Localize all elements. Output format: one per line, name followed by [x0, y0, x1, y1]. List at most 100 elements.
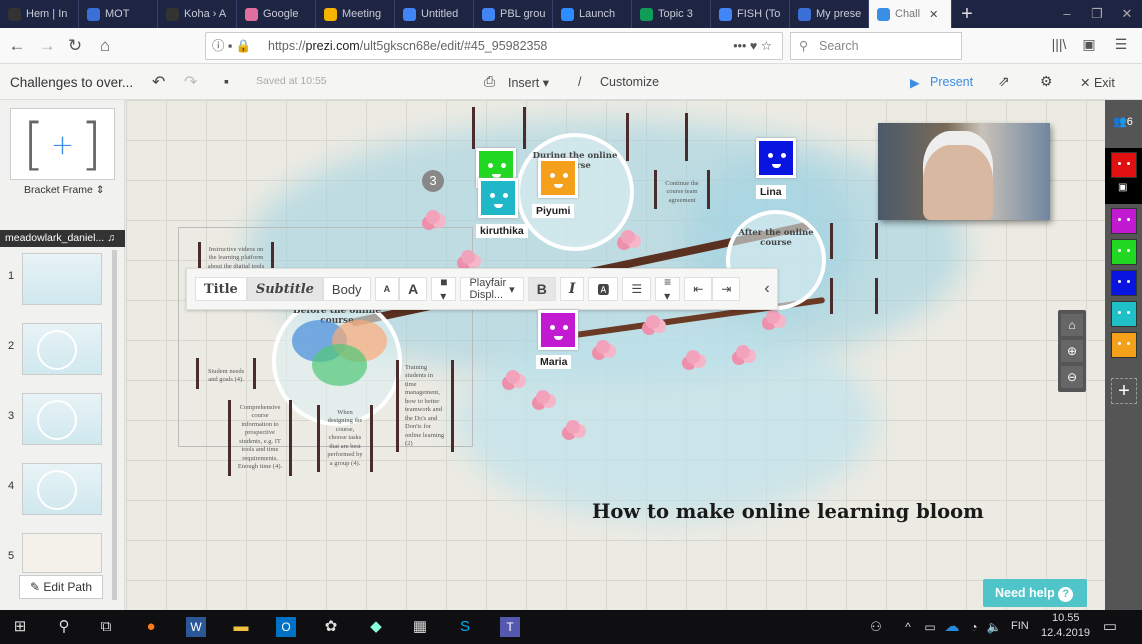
skype-icon[interactable]: S — [455, 617, 475, 637]
increase-font-icon[interactable]: A — [399, 277, 428, 301]
highlight-icon[interactable]: 🅰 — [588, 277, 619, 301]
firefox-icon[interactable]: ● — [141, 617, 161, 637]
scrollbar[interactable] — [112, 250, 117, 600]
slide-thumbnail[interactable] — [22, 533, 102, 573]
language-indicator[interactable]: FIN — [1011, 620, 1029, 632]
collaborator-avatar[interactable] — [756, 138, 796, 178]
add-collaborator-button[interactable]: + — [1111, 378, 1137, 404]
main-title[interactable]: How to make online learning bloom — [592, 500, 984, 523]
browser-tab[interactable]: Chall ✕ — [869, 0, 952, 28]
forward-icon[interactable]: → — [36, 36, 58, 56]
present-button[interactable]: Present — [930, 75, 973, 89]
presentation-title[interactable]: Challenges to over... — [10, 75, 133, 90]
clock-time[interactable]: 10.55 — [1052, 612, 1080, 624]
collaborator-avatar[interactable] — [1111, 332, 1137, 358]
need-help-button[interactable]: Need help ? — [983, 579, 1087, 607]
align-icon[interactable]: ≡ ▾ — [655, 275, 681, 303]
browser-tab[interactable]: Untitled — [395, 0, 474, 28]
onedrive-icon[interactable]: ☁ — [942, 617, 962, 637]
settings-icon[interactable]: ⚙ — [1040, 73, 1053, 90]
note[interactable]: Continue the course team agreement — [654, 170, 710, 210]
search-input[interactable]: ⚲ Search — [790, 32, 962, 60]
volume-icon[interactable]: 🔈 — [984, 617, 1004, 637]
note[interactable] — [830, 278, 878, 314]
participants-count[interactable]: 👥6 — [1113, 115, 1133, 128]
file-explorer-icon[interactable]: ▬ — [231, 617, 251, 637]
font-select[interactable]: Playfair Displ... ▾ — [460, 277, 524, 301]
style-body-button[interactable]: Body — [322, 277, 371, 301]
insert-menu[interactable]: Insert ▾ — [508, 75, 549, 90]
site-info-icon[interactable]: ⓘ ▪ 🔒 — [212, 33, 251, 59]
slide-thumbnail[interactable] — [22, 463, 102, 515]
collaborator-avatar[interactable] — [538, 310, 578, 350]
collaborator-avatar[interactable] — [538, 158, 578, 198]
zoom-in-icon[interactable]: ⊕ — [1061, 340, 1083, 362]
maximize-icon[interactable]: ❐ — [1082, 0, 1112, 28]
teams-icon[interactable]: T — [500, 617, 520, 637]
indent-icon[interactable]: ⇥ — [712, 277, 741, 301]
step-badge[interactable]: 3 — [422, 170, 444, 192]
close-tab-icon[interactable]: ✕ — [929, 8, 938, 21]
battery-icon[interactable]: ▭ — [920, 617, 940, 637]
bullet-list-icon[interactable]: ☰ — [622, 277, 652, 301]
decrease-font-icon[interactable]: A — [374, 277, 400, 301]
notifications-icon[interactable]: ▭ — [1100, 617, 1120, 637]
browser-tab[interactable]: Meeting — [316, 0, 395, 28]
italic-button[interactable]: I — [559, 277, 585, 301]
zoom-out-icon[interactable]: ⊖ — [1061, 366, 1083, 388]
reload-icon[interactable]: ↻ — [64, 36, 86, 56]
share-icon[interactable]: ⇗ — [998, 73, 1010, 90]
sidebar-toggle-icon[interactable]: ▣ — [1078, 36, 1100, 53]
collapse-toolbar-icon[interactable]: ‹ — [756, 277, 777, 301]
note[interactable]: Comprehensive course information to pros… — [228, 400, 292, 476]
home-icon[interactable]: ⌂ — [94, 36, 116, 56]
notes-app-icon[interactable]: ◆ — [366, 617, 386, 637]
minimize-icon[interactable]: – — [1052, 0, 1082, 28]
paint-icon[interactable]: ✿ — [321, 617, 341, 637]
windows-start-icon[interactable]: ⊞ — [10, 617, 30, 637]
new-tab-button[interactable]: + — [952, 0, 982, 28]
collaborator-avatar[interactable] — [1111, 270, 1137, 296]
collaborator-avatar[interactable] — [478, 178, 518, 218]
frame-type-select[interactable]: Bracket Frame ⇕ — [24, 184, 105, 196]
browser-tab[interactable]: Koha › A — [158, 0, 237, 28]
calculator-icon[interactable]: ▦ — [410, 617, 430, 637]
url-bar[interactable]: ⓘ ▪ 🔒 https://prezi.com/ult5gkscn68e/edi… — [205, 32, 783, 60]
page-actions-icon[interactable]: ••• ♥ ☆ — [733, 33, 772, 59]
note[interactable] — [472, 107, 526, 149]
customize-button[interactable]: Customize — [600, 75, 659, 89]
word-icon[interactable]: W — [186, 617, 206, 637]
wifi-icon[interactable]: ◔ — [964, 617, 984, 637]
collaborator-avatar[interactable] — [1111, 239, 1137, 265]
clock-date[interactable]: 12.4.2019 — [1041, 627, 1090, 639]
note[interactable]: When designing the course, choose tasks … — [317, 405, 373, 473]
browser-tab[interactable]: PBL grou — [474, 0, 553, 28]
style-title-button[interactable]: Title — [195, 277, 247, 301]
undo-icon[interactable]: ↶ — [152, 72, 165, 92]
note[interactable]: Student needs and goals (4). — [196, 358, 256, 389]
tray-expand-icon[interactable]: ^ — [898, 617, 918, 637]
slide-thumbnail[interactable] — [22, 323, 102, 375]
style-subtitle-button[interactable]: Subtitle — [246, 277, 323, 301]
back-icon[interactable]: ← — [6, 36, 28, 56]
bracket-frame-preview[interactable]: [+] — [10, 108, 115, 180]
collaborator-avatar[interactable] — [1111, 301, 1137, 327]
outlook-icon[interactable]: O — [276, 617, 296, 637]
menu-icon[interactable]: ☰ — [1110, 36, 1132, 53]
browser-tab[interactable]: Google — [237, 0, 316, 28]
browser-tab[interactable]: FISH (To — [711, 0, 790, 28]
text-color-icon[interactable]: ■ ▾ — [431, 275, 457, 303]
outdent-icon[interactable]: ⇤ — [684, 277, 713, 301]
home-view-icon[interactable]: ⌂ — [1061, 314, 1083, 336]
edit-path-button[interactable]: ✎ Edit Path — [19, 575, 103, 599]
browser-tab[interactable]: My prese — [790, 0, 869, 28]
note[interactable] — [626, 113, 688, 161]
browser-tab[interactable]: Hem | In — [0, 0, 79, 28]
note[interactable]: Training students in time management, ho… — [396, 360, 454, 453]
bold-button[interactable]: B — [527, 277, 556, 301]
redo-icon[interactable]: ↷ — [184, 72, 197, 92]
save-icon[interactable]: ▪ — [224, 73, 229, 89]
taskbar-search-icon[interactable]: ⚲ — [54, 617, 74, 637]
task-view-icon[interactable]: ⧉ — [96, 617, 116, 637]
browser-tab[interactable]: Topic 3 — [632, 0, 711, 28]
